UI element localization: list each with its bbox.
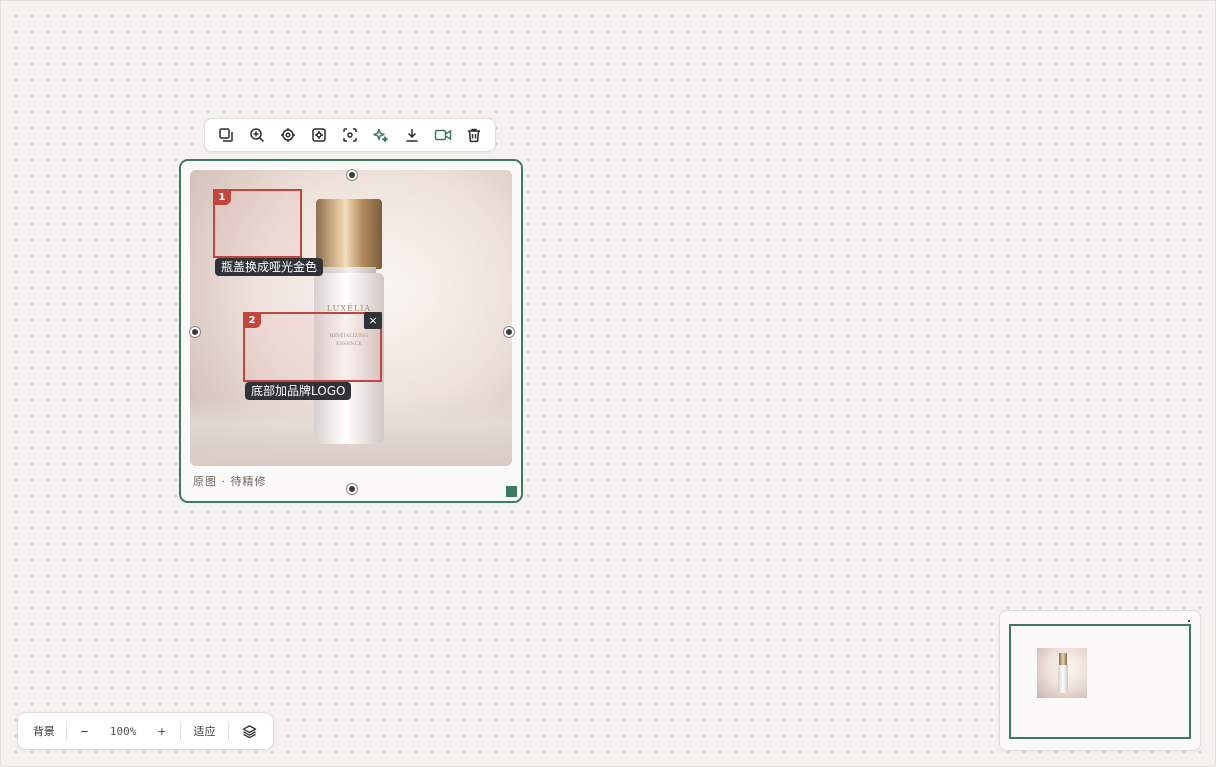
annotation-box-1[interactable]: 1 (213, 189, 302, 258)
focus-button[interactable] (304, 119, 335, 151)
zoom-in-button[interactable]: + (144, 713, 180, 749)
minimap-dot (1188, 620, 1190, 622)
image-toolbar (204, 118, 496, 152)
locate-button[interactable] (273, 119, 304, 151)
video-button[interactable] (427, 119, 458, 151)
zoom-in-button[interactable] (242, 119, 273, 151)
image-card[interactable]: LUXÉLIA REVITALIZING ESSENCE 1 瓶盖换成哑光金色 2… (179, 159, 523, 503)
zoom-out-button[interactable]: − (67, 713, 103, 749)
product-photo: LUXÉLIA REVITALIZING ESSENCE 1 瓶盖换成哑光金色 2… (190, 170, 512, 466)
focus-square-icon (312, 128, 326, 142)
resize-handle-corner[interactable] (506, 486, 517, 497)
layers-button[interactable] (229, 713, 269, 749)
annotation-close-button[interactable]: × (364, 312, 382, 329)
duplicate-button[interactable] (211, 119, 242, 151)
annotation-number-2: 2 (243, 312, 261, 328)
download-icon (406, 129, 418, 142)
zoom-level: 100% (109, 724, 137, 738)
background-button[interactable]: 背景 (22, 713, 66, 749)
resize-handle-left[interactable] (190, 327, 200, 337)
download-button[interactable] (396, 119, 427, 151)
annotation-box-2[interactable]: 2 × (243, 312, 382, 382)
zoom-in-icon (250, 128, 265, 143)
minimap-viewport[interactable] (1009, 624, 1191, 739)
annotation-label-1: 瓶盖换成哑光金色 (215, 258, 324, 276)
fit-button[interactable]: 适应 (181, 713, 229, 749)
copy-icon (219, 128, 234, 142)
zoom-controls: 背景 − 100% + 适应 (17, 712, 274, 750)
image-caption: 原图 · 待精修 (193, 475, 267, 488)
annotation-number-1: 1 (213, 189, 231, 205)
video-icon (434, 129, 451, 141)
scan-icon (343, 128, 357, 142)
scan-button[interactable] (335, 119, 366, 151)
resize-handle-top[interactable] (347, 170, 357, 180)
layers-icon (242, 724, 256, 738)
resize-handle-bottom[interactable] (347, 484, 357, 494)
resize-handle-right[interactable] (504, 327, 514, 337)
annotation-label-2: 底部加品牌LOGO (245, 382, 352, 400)
delete-button[interactable] (458, 119, 489, 151)
bottle-cap (316, 199, 382, 269)
sparkle-icon (373, 128, 388, 143)
ai-enhance-button[interactable] (365, 119, 396, 151)
minimap[interactable] (999, 610, 1201, 751)
trash-icon (467, 128, 480, 143)
target-icon (281, 128, 296, 142)
